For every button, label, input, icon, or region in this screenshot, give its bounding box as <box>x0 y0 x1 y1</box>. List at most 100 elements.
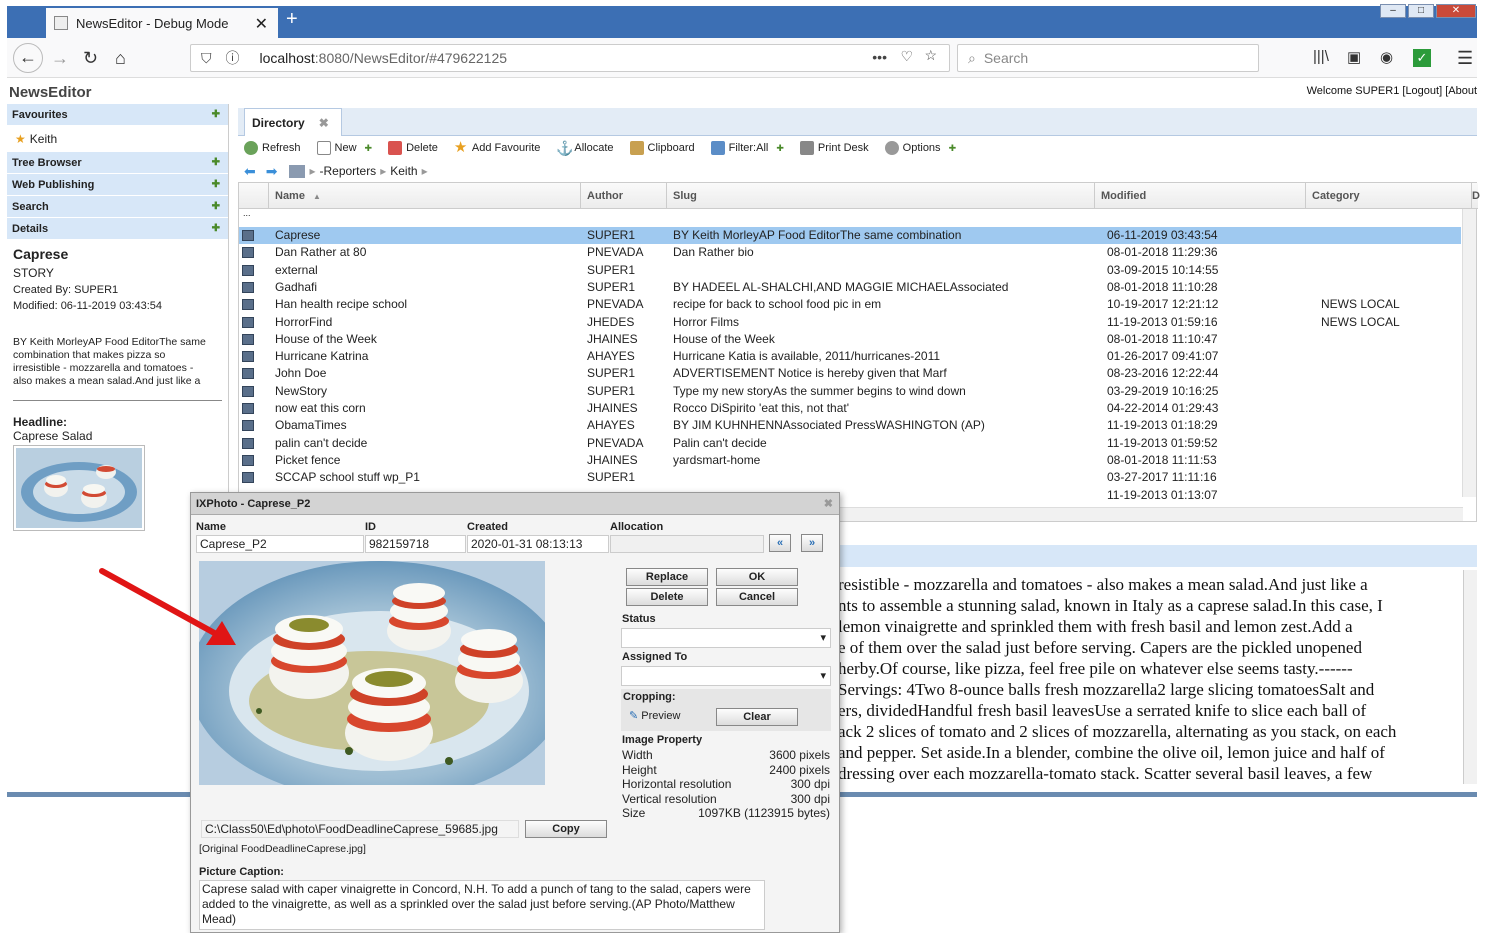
tab-directory[interactable]: Directory ✖ <box>244 108 342 136</box>
preview-button[interactable]: ✎ Preview <box>629 709 680 722</box>
clipboard-button[interactable]: Clipboard <box>624 141 695 155</box>
accordion-web-publishing[interactable]: Web Publishing ✚ <box>7 174 228 196</box>
cancel-button[interactable]: Cancel <box>716 588 798 606</box>
accordion-tree-browser[interactable]: Tree Browser ✚ <box>7 152 228 174</box>
library-icon[interactable]: |||\ <box>1313 48 1329 65</box>
page-actions-icon[interactable]: ••• <box>872 49 887 65</box>
extension-check-icon[interactable]: ✓ <box>1413 49 1431 67</box>
table-row[interactable]: Han health recipe school PNEVADA recipe fo… <box>239 296 1461 313</box>
rewind-button[interactable]: « <box>769 534 791 552</box>
caption-field[interactable]: Caprese salad with caper vinaigrette in … <box>199 880 765 930</box>
table-row[interactable]: Dan Rather at 80 PNEVADA Dan Rather bio 08-… <box>239 244 1461 261</box>
add-favourite-button[interactable]: ★ Add Favourite <box>448 140 540 155</box>
reload-icon[interactable]: ↻ <box>83 48 98 69</box>
detail-summary: BY Keith MorleyAP Food EditorThe same co… <box>13 336 222 388</box>
window-controls: – □ ✕ <box>1380 4 1476 18</box>
refresh-button[interactable]: Refresh <box>238 141 301 155</box>
created-field[interactable]: 2020-01-31 08:13:13 <box>467 535 609 553</box>
column-header-category[interactable]: Category <box>1306 183 1472 209</box>
id-label: ID <box>365 521 376 533</box>
cell-slug: ADVERTISEMENT Notice is hereby given tha… <box>673 366 947 381</box>
table-row[interactable]: external SUPER1 03-09-2015 10:14:55 <box>239 262 1461 279</box>
welcome-text[interactable]: Welcome SUPER1 [Logout] [About <box>1307 85 1477 97</box>
property-key: Height <box>622 762 657 777</box>
clear-button[interactable]: Clear <box>716 708 798 726</box>
pocket-icon[interactable]: ♡ <box>900 48 913 65</box>
name-field[interactable]: Caprese_P2 <box>196 535 364 553</box>
allocate-button[interactable]: ⚓ Allocate <box>550 141 613 155</box>
replace-button[interactable]: Replace <box>626 568 708 586</box>
accordion-favourites[interactable]: Favourites ✚ <box>7 104 228 126</box>
options-button[interactable]: Options ✚ <box>879 141 956 155</box>
column-header-slug[interactable]: Slug <box>667 183 1095 209</box>
new-tab-icon[interactable]: + <box>286 8 298 31</box>
table-row[interactable]: John Doe SUPER1 ADVERTISEMENT Notice is he… <box>239 365 1461 382</box>
table-row[interactable]: ObamaTimes AHAYES BY JIM KUHNHENNAssociate… <box>239 417 1461 434</box>
table-row[interactable]: Picket fence JHAINES yardsmart-home 08-01-2… <box>239 452 1461 469</box>
delete-button[interactable]: Delete <box>626 588 708 606</box>
parent-row[interactable]: ... <box>239 209 1461 217</box>
copy-button[interactable]: Copy <box>525 820 607 838</box>
url-bar[interactable]: ⛉ ⓘ localhost:8080/NewsEditor/#479622125… <box>190 44 950 72</box>
expand-icon: ✚ <box>211 179 220 190</box>
window-close-icon[interactable]: ✕ <box>1436 4 1476 18</box>
allocation-field[interactable] <box>610 535 764 553</box>
file-path-field[interactable]: C:\Class50\Ed\photo\FoodDeadlineCaprese_… <box>201 820 519 838</box>
browser-tab[interactable]: NewsEditor - Debug Mode ✕ <box>46 8 278 38</box>
story-text[interactable]: resistible - mozzarella and tomatoes - a… <box>838 574 1463 784</box>
accordion-details[interactable]: Details ✚ <box>7 218 228 240</box>
accordion-search[interactable]: Search ✚ <box>7 196 228 218</box>
table-row[interactable]: SCCAP school stuff wp_P1 SUPER1 03-27-2017… <box>239 469 1461 486</box>
close-tab-icon[interactable]: ✕ <box>255 14 268 34</box>
delete-button[interactable]: Delete <box>382 141 438 155</box>
headline-thumbnail[interactable] <box>13 445 145 531</box>
favourite-item-keith[interactable]: ★ Keith <box>7 126 228 152</box>
column-header-modified[interactable]: Modified <box>1095 183 1306 209</box>
new-button[interactable]: New ✚ <box>311 141 372 155</box>
menu-icon[interactable]: ☰ <box>1457 48 1473 69</box>
home-icon[interactable]: ⌂ <box>115 48 126 69</box>
dialog-close-icon[interactable]: ✖ <box>824 493 833 515</box>
table-row[interactable]: Hurricane Katrina AHAYES Hurricane Katia i… <box>239 348 1461 365</box>
breadcrumb-item[interactable]: Keith <box>390 164 417 178</box>
browser-tabbar: NewsEditor - Debug Mode ✕ + – □ ✕ <box>0 0 1486 38</box>
maximize-icon[interactable]: □ <box>1408 4 1434 18</box>
column-header-name[interactable]: Name ▲ <box>269 183 581 209</box>
vertical-scrollbar[interactable] <box>1462 209 1476 497</box>
new-document-icon <box>316 141 331 155</box>
sidebar-icon[interactable]: ▣ <box>1347 48 1361 66</box>
forward-icon[interactable]: → <box>51 48 69 69</box>
column-label: Author <box>587 190 624 202</box>
account-icon[interactable]: ◉ <box>1380 48 1393 66</box>
status-select[interactable] <box>621 628 831 648</box>
table-row[interactable]: Gadhafi SUPER1 BY HADEEL AL-SHALCHI,AND MA… <box>239 279 1461 296</box>
table-row[interactable]: palin can't decide PNEVADA Palin can't dec… <box>239 435 1461 452</box>
back-arrow-icon[interactable]: ⬅ <box>244 163 256 180</box>
table-row[interactable]: NewStory SUPER1 Type my new storyAs the su… <box>239 383 1461 400</box>
button-label: Allocate <box>574 142 614 154</box>
dialog-titlebar[interactable]: IXPhoto - Caprese_P2 ✖ <box>191 493 839 515</box>
table-row[interactable]: HorrorFind JHEDES Horror Films 11-19-2013 0… <box>239 314 1461 331</box>
assigned-select[interactable] <box>621 666 831 686</box>
search-input[interactable]: ⌕ Search <box>957 44 1259 72</box>
cell-slug: Type my new storyAs the summer begins to… <box>673 383 966 398</box>
table-row[interactable]: House of the Week JHAINES House of the Wee… <box>239 331 1461 348</box>
breadcrumb-item[interactable]: -Reporters <box>320 164 377 178</box>
bookmark-star-icon[interactable]: ☆ <box>924 47 937 64</box>
column-header-author[interactable]: Author <box>581 183 667 209</box>
table-row[interactable]: now eat this corn JHAINES Rocco DiSpirito … <box>239 400 1461 417</box>
print-desk-button[interactable]: Print Desk <box>794 141 869 155</box>
fast-forward-button[interactable]: » <box>801 534 823 552</box>
back-icon[interactable]: ← <box>13 43 43 73</box>
minimize-icon[interactable]: – <box>1380 4 1406 18</box>
property-value: 1097KB (1123915 bytes) <box>698 806 830 820</box>
photo-preview[interactable] <box>199 561 545 785</box>
id-field[interactable]: 982159718 <box>365 535 466 553</box>
ok-button[interactable]: OK <box>716 568 798 586</box>
filter-button[interactable]: Filter:All ✚ <box>705 141 784 155</box>
story-scrollbar[interactable] <box>1463 570 1477 784</box>
close-tab-icon[interactable]: ✖ <box>319 116 329 130</box>
forward-arrow-icon[interactable]: ➡ <box>266 163 278 180</box>
column-header-d[interactable]: D <box>1472 183 1480 209</box>
table-row[interactable]: Caprese SUPER1 BY Keith MorleyAP Food Edit… <box>239 227 1461 244</box>
